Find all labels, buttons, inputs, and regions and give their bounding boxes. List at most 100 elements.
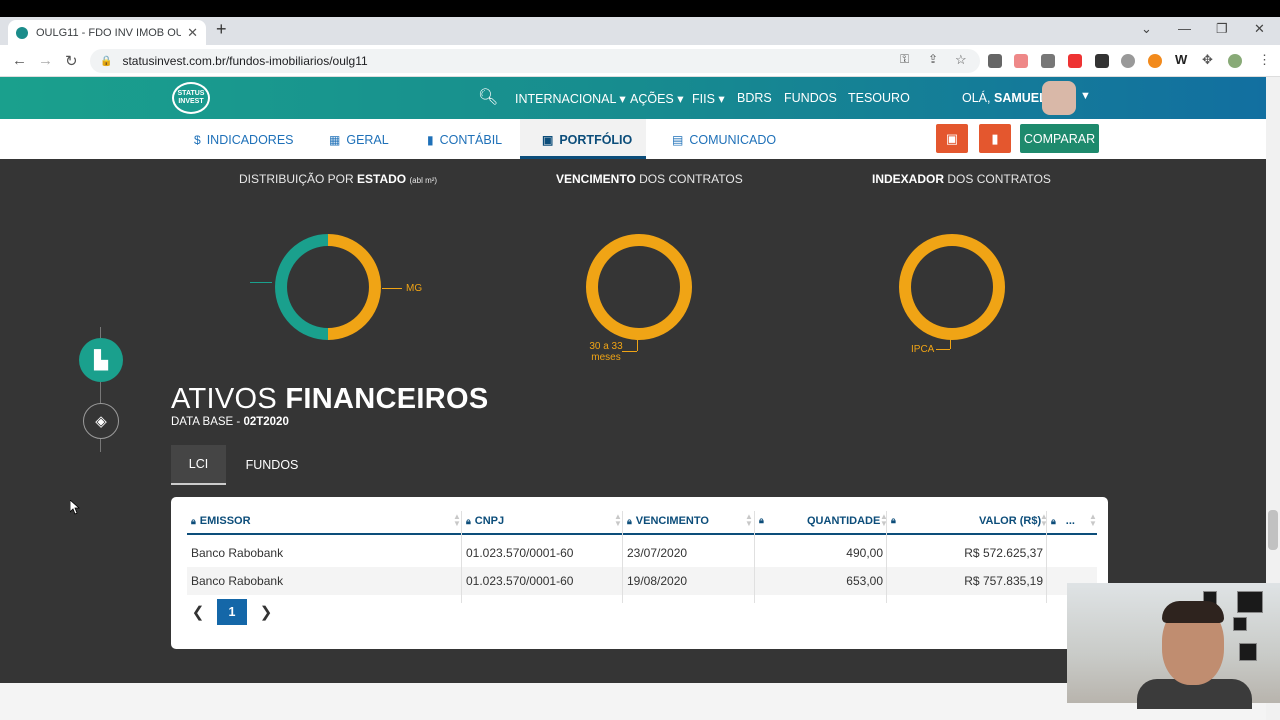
browser-menu-icon[interactable]: ⋮ (1258, 52, 1271, 68)
col-more[interactable]: 🔒︎... (1051, 515, 1075, 527)
title-suffix: (abl m²) (409, 176, 438, 185)
tab-fundos[interactable]: FUNDOS (233, 445, 311, 485)
bookmark-button[interactable]: ▮ (979, 124, 1011, 153)
base-value: 02T2020 (243, 416, 289, 428)
wall-frame (1233, 617, 1247, 631)
wallet-button[interactable]: ▣ (936, 124, 968, 153)
new-tab-icon[interactable]: + (216, 19, 227, 40)
bookmark-icon: ▮ (991, 130, 999, 146)
sort-icon[interactable]: ▲ ▼ (453, 513, 461, 528)
tab-portfolio[interactable]: ▣ PORTFÓLIO (520, 119, 646, 159)
leader-line (950, 339, 951, 349)
browser-tab-title: OULG11 - FDO INV IMOB OURINVEST (36, 26, 182, 39)
share-icon[interactable]: ⇪ (928, 52, 938, 66)
menu-tesouro[interactable]: TESOURO (848, 91, 910, 105)
title-bold: ESTADO (357, 172, 407, 186)
tab-label: INDICADORES (206, 133, 294, 147)
sort-icon[interactable]: ▲ ▼ (745, 513, 753, 528)
table-header: 🔒︎ EMISSOR ▲ ▼ 🔒︎ CNPJ ▲ ▼ 🔒︎ VENCIMENTO ▲ ▼ 🔒… (187, 511, 1097, 535)
lock-icon: 🔒︎ (627, 515, 632, 526)
compare-button[interactable]: COMPARAR (1020, 124, 1099, 153)
favicon-icon (16, 26, 28, 39)
extension-icon[interactable] (988, 54, 1002, 68)
user-greeting[interactable]: OLÁ, SAMUEL (962, 91, 1047, 105)
col-valor[interactable]: VALOR (R$) (979, 515, 1041, 527)
tab-search-icon[interactable]: ⌄ (1141, 21, 1152, 37)
donut-label-vencimento: 30 a 33 meses (586, 341, 626, 363)
financial-assets-section-button[interactable]: ◈ (83, 403, 119, 439)
close-tab-icon[interactable]: ✕ (187, 25, 198, 41)
menu-internacional[interactable]: INTERNACIONAL ▾ (515, 91, 626, 106)
tab-comunicado[interactable]: ▤ COMUNICADO (672, 133, 776, 147)
back-icon[interactable]: ← (12, 52, 27, 69)
browser-tabstrip: OULG11 - FDO INV IMOB OURINVEST ✕ + ⌄ — … (0, 17, 1280, 45)
puzzle-extensions-icon[interactable]: ✥ (1202, 52, 1213, 68)
url-field[interactable]: 🔒 statusinvest.com.br/fundos-imobiliario… (90, 49, 980, 73)
menu-fundos[interactable]: FUNDOS (784, 91, 837, 105)
page-number[interactable]: 1 (217, 599, 247, 625)
restore-icon[interactable]: ❐ (1216, 21, 1228, 37)
minimize-icon[interactable]: — (1178, 21, 1191, 36)
col-label: VENCIMENTO (635, 515, 709, 527)
extension-icon[interactable] (1041, 54, 1055, 68)
column-divider (461, 511, 462, 603)
close-window-icon[interactable]: ✕ (1254, 21, 1265, 37)
col-label: ... (1065, 515, 1075, 527)
search-icon[interactable]: 🔍︎ (478, 87, 498, 107)
browser-tab[interactable]: OULG11 - FDO INV IMOB OURINVEST ✕ (8, 20, 206, 45)
col-quantidade[interactable]: QUANTIDADE (807, 515, 880, 527)
donut-slice[interactable] (586, 234, 692, 340)
extension-icon[interactable] (1121, 54, 1135, 68)
table-row: Banco Rabobank 01.023.570/0001-60 19/08/… (187, 567, 1097, 595)
sort-icon[interactable]: ▲ ▼ (614, 513, 622, 528)
scrollbar-thumb[interactable] (1268, 510, 1278, 550)
chart-title-indexador: INDEXADOR DOS CONTRATOS (872, 172, 1051, 186)
bookmark-star-icon[interactable]: ☆ (955, 52, 967, 68)
section-title: ATIVOS FINANCEIROS (171, 383, 488, 416)
tab-label: CONTÁBIL (439, 133, 503, 147)
dollar-icon: $ (194, 133, 201, 147)
wikipedia-extension-icon[interactable]: W (1175, 52, 1187, 67)
menu-bdrs[interactable]: BDRS (737, 91, 772, 105)
reload-icon[interactable]: ↻ (65, 52, 78, 70)
cell-quantidade: 653,00 (846, 574, 883, 588)
col-label: EMISSOR (199, 515, 251, 527)
extension-icon[interactable] (1148, 54, 1162, 68)
chevron-right-icon[interactable]: ❯ (259, 603, 273, 621)
tab-lci[interactable]: LCI (171, 445, 226, 485)
title-light: ATIVOS (171, 383, 278, 415)
tab-label: COMUNICADO (689, 133, 777, 147)
section-nav: $ INDICADORES ▦ GERAL ▮ CONTÁBIL ▣ PORTFÓLIO… (0, 119, 1266, 159)
cell-quantidade: 490,00 (846, 546, 883, 560)
menu-acoes[interactable]: AÇÕES ▾ (630, 91, 684, 106)
statusinvest-logo[interactable]: STATUS INVEST (172, 82, 210, 114)
audio-extension-icon[interactable] (1095, 54, 1109, 68)
username: SAMUEL (993, 91, 1047, 105)
donut-chart-vencimento (586, 234, 692, 340)
donut-slice[interactable] (275, 234, 329, 340)
youtube-extension-icon[interactable] (1068, 54, 1082, 68)
donut-chart-estado (275, 234, 381, 340)
leader-line (382, 288, 402, 289)
sort-icon[interactable]: ▲ ▼ (1089, 513, 1097, 528)
real-estate-section-button[interactable]: ▙ (79, 338, 123, 382)
table-row: Banco Rabobank 01.023.570/0001-60 23/07/… (187, 539, 1097, 567)
cell-cnpj: 01.023.570/0001-60 (466, 574, 574, 588)
avatar[interactable] (1042, 81, 1076, 115)
tab-indicadores[interactable]: $ INDICADORES (194, 133, 294, 147)
chevron-down-icon[interactable]: ▼ (1080, 90, 1091, 102)
menu-fiis[interactable]: FIIS ▾ (692, 91, 725, 106)
donut-slice[interactable] (327, 234, 381, 340)
extension-icon[interactable] (1014, 54, 1028, 68)
profile-icon[interactable] (1228, 54, 1242, 68)
tab-geral[interactable]: ▦ GERAL (329, 133, 389, 147)
chevron-left-icon[interactable]: ❮ (191, 603, 205, 621)
col-cnpj[interactable]: 🔒︎ CNPJ (466, 515, 504, 527)
key-icon[interactable]: ⚿ (900, 52, 909, 67)
donut-slice[interactable] (899, 234, 1005, 340)
tab-contabil[interactable]: ▮ CONTÁBIL (427, 133, 502, 147)
col-vencimento[interactable]: 🔒︎ VENCIMENTO (627, 515, 709, 527)
col-emissor[interactable]: 🔒︎ EMISSOR (191, 515, 251, 527)
forward-icon[interactable]: → (38, 52, 53, 69)
title-suffix: DOS CONTRATOS (639, 172, 743, 186)
